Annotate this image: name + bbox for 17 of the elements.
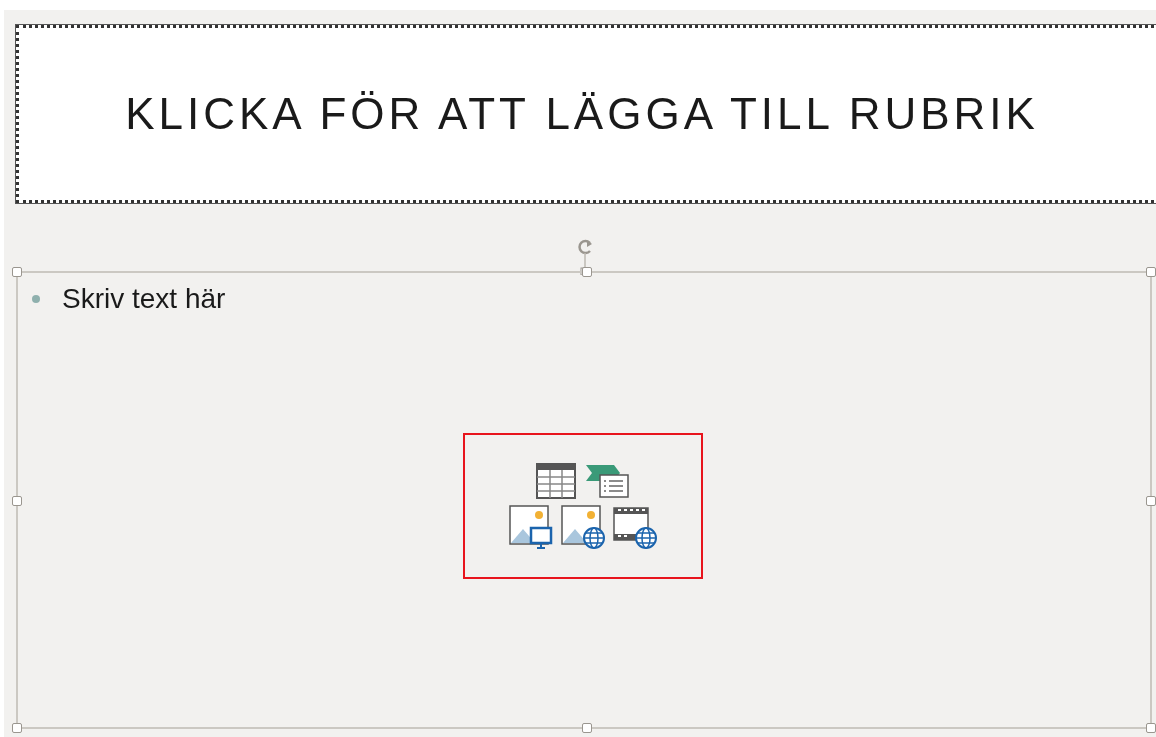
picture-computer-icon[interactable] <box>509 505 553 549</box>
resize-handle[interactable] <box>582 267 592 277</box>
resize-handle[interactable] <box>1146 496 1156 506</box>
smartart-icon[interactable] <box>584 463 630 499</box>
bullet-text: Skriv text här <box>62 283 226 315</box>
resize-handle[interactable] <box>1146 723 1156 733</box>
bullet-icon <box>32 295 40 303</box>
resize-handle[interactable] <box>582 723 592 733</box>
online-video-icon[interactable] <box>613 505 657 549</box>
title-placeholder[interactable]: KLICKA FÖR ATT LÄGGA TILL RUBRIK <box>16 25 1156 203</box>
resize-handle[interactable] <box>12 723 22 733</box>
title-text: KLICKA FÖR ATT LÄGGA TILL RUBRIK <box>125 89 1040 139</box>
online-picture-icon[interactable] <box>561 505 605 549</box>
resize-handle[interactable] <box>1146 267 1156 277</box>
resize-handle[interactable] <box>12 496 22 506</box>
resize-handle[interactable] <box>12 267 22 277</box>
table-icon[interactable] <box>536 463 576 499</box>
